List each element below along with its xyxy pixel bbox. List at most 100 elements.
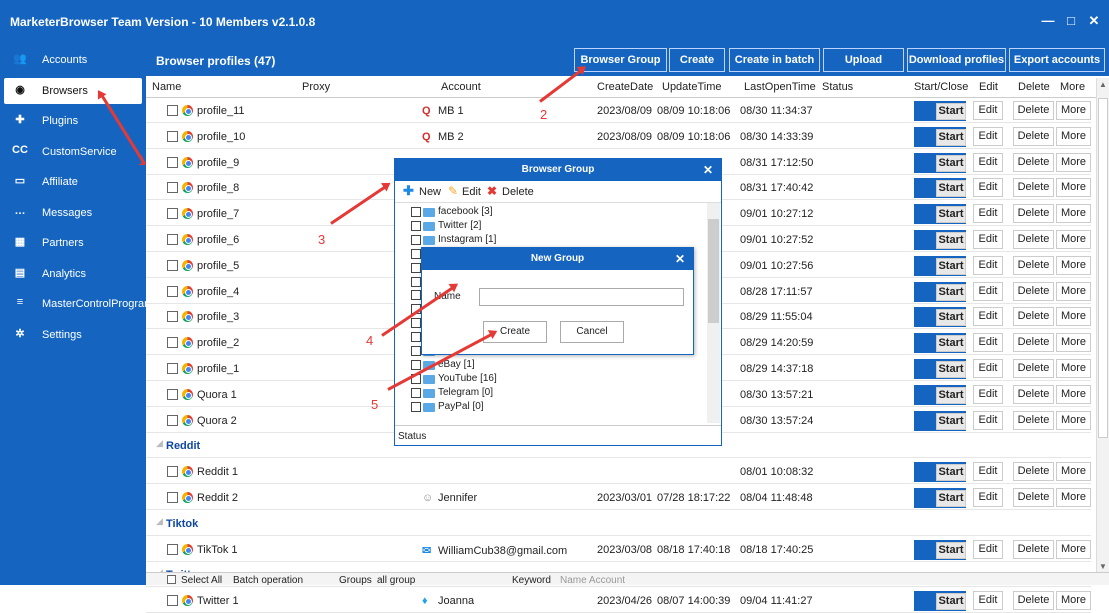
edit-button[interactable]: Edit [973,101,1003,120]
delete-group-button[interactable]: Delete [502,186,534,198]
more-button[interactable]: More [1056,333,1091,353]
minimize-button[interactable]: — [1040,13,1056,28]
row-checkbox[interactable] [167,414,178,426]
col-proxy[interactable]: Proxy [302,81,330,93]
start-button[interactable]: Start [936,490,966,507]
delete-button[interactable]: Delete [1013,178,1054,198]
row-checkbox[interactable] [167,156,178,168]
col-delete[interactable]: Delete [1018,81,1050,93]
sidebar-item-partners[interactable]: ▦ Partners [4,230,142,256]
delete-button[interactable]: Delete [1013,539,1054,559]
table-row[interactable]: profile_11 2023/08/09 08/09 10:18:06 08/30 … [146,99,1091,123]
group-checkbox[interactable] [411,332,421,343]
table-row[interactable]: Reddit 1 08/01 10:08:32 Start Edit Delete Mor… [146,460,1091,485]
more-button[interactable]: More [1056,152,1091,172]
table-row[interactable]: Reddit 2 2023/03/01 07/28 18:17:22 08/04 11… [146,486,1091,510]
edit-button[interactable]: Edit [973,591,1003,611]
group-checkbox[interactable] [411,262,421,273]
col-more[interactable]: More [1060,81,1085,93]
more-button[interactable]: More [1056,410,1091,430]
scroll-thumb[interactable] [1098,98,1108,438]
create-in-batch-button[interactable]: Create in batch [729,48,820,72]
start-button[interactable]: Start [936,335,966,353]
more-button[interactable]: More [1056,204,1091,224]
group-checkbox[interactable] [411,290,421,301]
groups-select[interactable]: all group [377,575,415,586]
start-button[interactable]: Start [936,412,966,430]
delete-button[interactable]: Delete [1013,255,1054,275]
start-button[interactable]: Start [936,464,966,482]
edit-button[interactable]: Edit [973,539,1003,559]
more-button[interactable]: More [1056,230,1091,249]
start-button[interactable]: Start [936,128,966,146]
start-button[interactable]: Start [936,283,966,301]
edit-button[interactable]: Edit [973,462,1003,482]
row-checkbox[interactable] [167,492,178,503]
delete-button[interactable]: Delete [1013,230,1054,249]
edit-button[interactable]: Edit [973,230,1003,249]
cancel-group-button[interactable]: Cancel [560,321,624,343]
delete-button[interactable]: Delete [1013,152,1054,172]
edit-button[interactable]: Edit [973,333,1003,353]
group-checkbox[interactable] [411,276,421,287]
collapse-icon[interactable]: ◢ [156,438,163,449]
edit-button[interactable]: Edit [973,255,1003,275]
more-button[interactable]: More [1056,126,1091,146]
create-button[interactable]: Create [669,48,725,72]
group-checkbox[interactable] [411,248,421,259]
delete-button[interactable]: Delete [1013,101,1054,120]
more-button[interactable]: More [1056,591,1091,611]
edit-button[interactable]: Edit [973,178,1003,198]
collapse-icon[interactable]: ◢ [156,516,163,527]
col-account[interactable]: Account [441,81,481,93]
edit-button[interactable]: Edit [973,281,1003,301]
delete-button[interactable]: Delete [1013,281,1054,301]
start-button[interactable]: Start [936,361,966,378]
dialog-scrollbar[interactable] [707,203,720,423]
edit-button[interactable]: Edit [973,410,1003,430]
group-checkbox[interactable] [411,207,421,217]
more-button[interactable]: More [1056,281,1091,301]
row-checkbox[interactable] [167,208,178,220]
delete-button[interactable]: Delete [1013,307,1054,327]
start-button[interactable]: Start [936,232,966,249]
table-row[interactable]: profile_10 2023/08/09 08/09 10:18:06 08/30 … [146,125,1091,149]
edit-button[interactable]: Edit [973,359,1003,378]
table-row[interactable]: Twitter 1 2023/04/26 08/07 14:00:39 09/04 1… [146,589,1091,613]
sidebar-item-settings[interactable]: ✲ Settings [4,322,142,348]
scroll-down-icon[interactable]: ▼ [1099,562,1107,571]
group-checkbox[interactable] [411,359,421,370]
delete-button[interactable]: Delete [1013,204,1054,224]
edit-group-button[interactable]: Edit [462,186,481,198]
start-button[interactable]: Start [936,309,966,327]
export-accounts-button[interactable]: Export accounts [1009,48,1105,72]
edit-button[interactable]: Edit [973,126,1003,146]
row-checkbox[interactable] [167,259,178,271]
group-checkbox[interactable] [411,318,421,329]
row-checkbox[interactable] [167,105,178,116]
group-checkbox[interactable] [411,387,421,398]
more-button[interactable]: More [1056,462,1091,482]
table-row[interactable]: TikTok 1 2023/03/08 08/18 17:40:18 08/18 17… [146,538,1091,562]
batch-operation-select[interactable]: Batch operation [233,575,303,586]
col-status[interactable]: Status [822,81,853,93]
delete-button[interactable]: Delete [1013,462,1054,482]
row-checkbox[interactable] [167,234,178,245]
sidebar-item-messages[interactable]: … Messages [4,200,142,226]
col-edit[interactable]: Edit [979,81,998,93]
sidebar-item-accounts[interactable]: 👥 Accounts [4,47,142,73]
row-checkbox[interactable] [167,182,178,194]
keyword-input[interactable]: Name Account [560,575,625,586]
scroll-up-icon[interactable]: ▲ [1099,80,1107,89]
delete-button[interactable]: Delete [1013,333,1054,353]
col-createdate[interactable]: CreateDate [597,81,653,93]
download-profiles-button[interactable]: Download profiles [907,48,1006,72]
group-name-input[interactable] [479,288,684,306]
row-checkbox[interactable] [167,543,178,555]
row-checkbox[interactable] [167,466,178,478]
start-button[interactable]: Start [936,180,966,198]
close-icon[interactable]: ✕ [703,163,713,177]
more-button[interactable]: More [1056,307,1091,327]
start-button[interactable]: Start [936,593,966,611]
new-group-button[interactable]: New [419,186,441,198]
